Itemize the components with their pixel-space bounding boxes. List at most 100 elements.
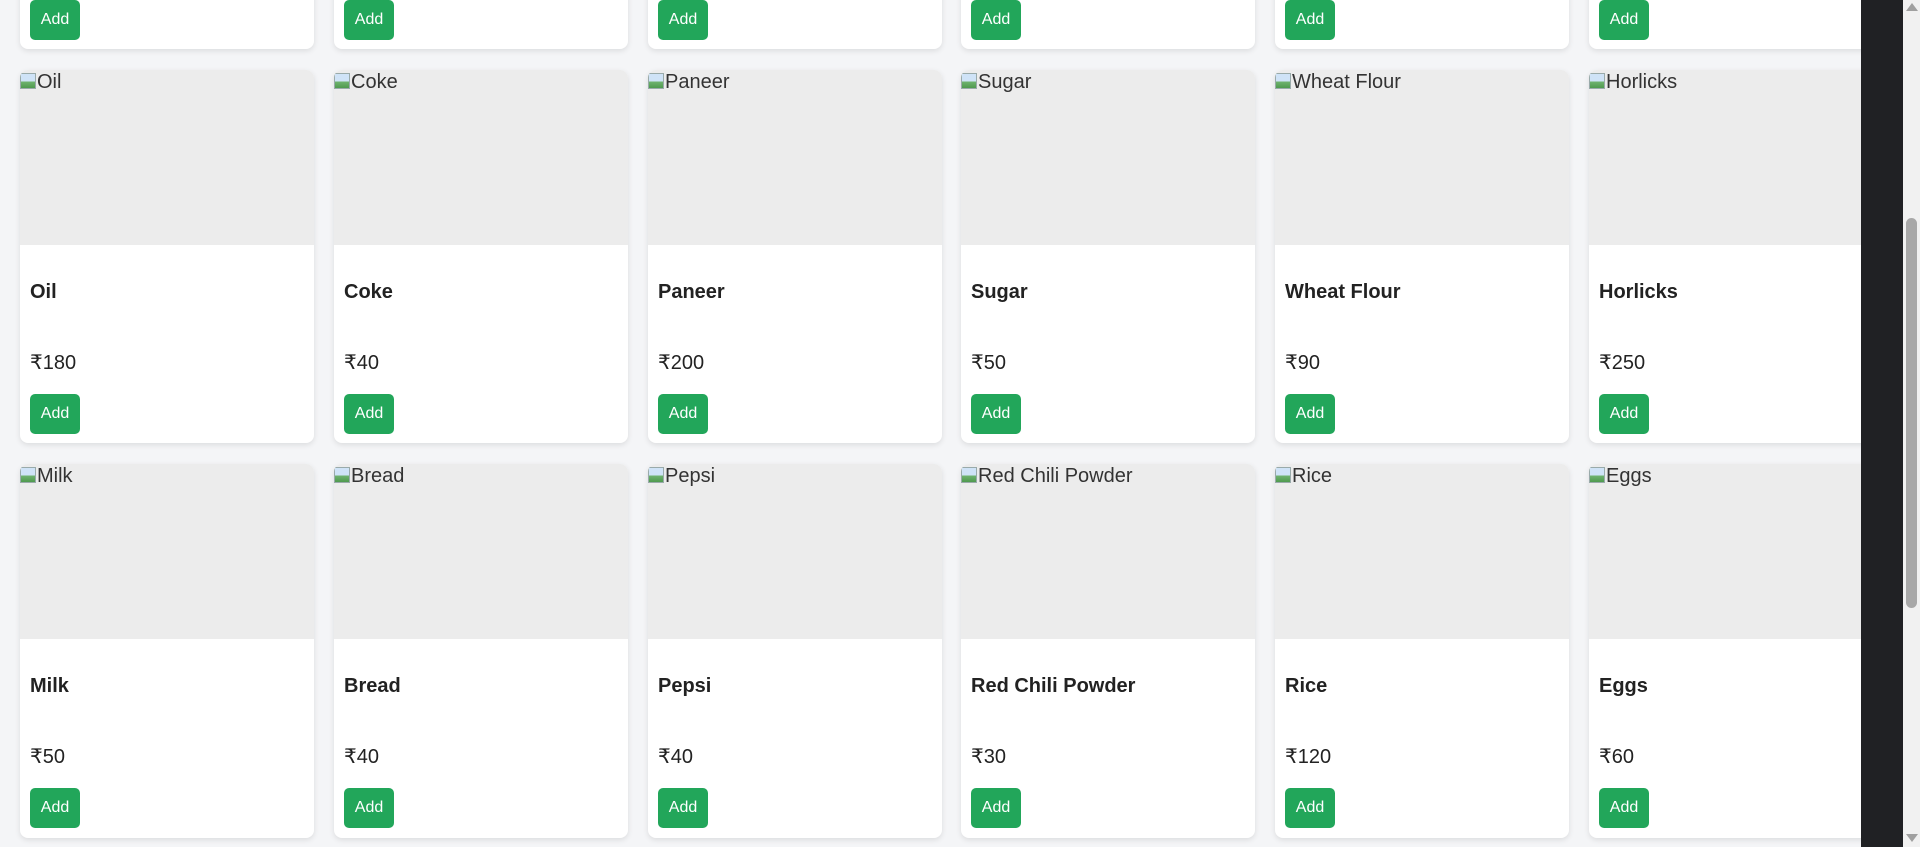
product-card: Add <box>20 0 314 49</box>
add-to-cart-button[interactable]: Add <box>344 394 394 434</box>
product-card: Add <box>1275 0 1569 49</box>
broken-image-icon <box>20 73 36 89</box>
product-price: ₹90 <box>1285 352 1320 374</box>
product-image: Rice <box>1275 464 1569 639</box>
product-card-red-chili-powder: Red Chili Powder Red Chili Powder ₹30 Ad… <box>961 464 1255 838</box>
product-card: Add <box>1589 0 1861 49</box>
product-price: ₹40 <box>344 352 379 374</box>
scrollbar-thumb[interactable] <box>1906 218 1917 608</box>
broken-image-icon <box>648 73 664 89</box>
product-price: ₹60 <box>1599 746 1634 768</box>
image-alt-text: Coke <box>351 71 398 93</box>
product-price: ₹250 <box>1599 352 1646 374</box>
product-image: Oil <box>20 70 314 245</box>
product-image: Paneer <box>648 70 942 245</box>
broken-image-icon <box>334 467 350 483</box>
product-name: Wheat Flour <box>1285 281 1401 303</box>
product-card-bread: Bread Bread ₹40 Add <box>334 464 628 838</box>
add-to-cart-button[interactable]: Add <box>1285 394 1335 434</box>
scroll-down-arrow-icon[interactable] <box>1906 834 1918 842</box>
add-to-cart-button[interactable]: Add <box>971 394 1021 434</box>
broken-image-icon <box>648 467 664 483</box>
product-card-pepsi: Pepsi Pepsi ₹40 Add <box>648 464 942 838</box>
add-to-cart-button[interactable]: Add <box>1599 0 1649 40</box>
image-alt-text: Wheat Flour <box>1292 71 1401 93</box>
add-to-cart-button[interactable]: Add <box>971 0 1021 40</box>
product-name: Pepsi <box>658 675 712 697</box>
add-to-cart-button[interactable]: Add <box>30 0 80 40</box>
product-name: Bread <box>344 675 401 697</box>
product-card-coke: Coke Coke ₹40 Add <box>334 70 628 443</box>
add-to-cart-button[interactable]: Add <box>658 394 708 434</box>
product-price: ₹200 <box>658 352 705 374</box>
add-to-cart-button[interactable]: Add <box>1285 0 1335 40</box>
image-alt-text: Eggs <box>1606 465 1652 487</box>
add-to-cart-button[interactable]: Add <box>1599 788 1649 828</box>
product-image: Sugar <box>961 70 1255 245</box>
product-price: ₹40 <box>344 746 379 768</box>
broken-image-icon <box>1589 73 1605 89</box>
product-card-rice: Rice Rice ₹120 Add <box>1275 464 1569 838</box>
image-alt-text: Pepsi <box>665 465 716 487</box>
product-image: Coke <box>334 70 628 245</box>
product-price: ₹120 <box>1285 746 1332 768</box>
image-alt-text: Bread <box>351 465 405 487</box>
add-to-cart-button[interactable]: Add <box>1599 394 1649 434</box>
add-to-cart-button[interactable]: Add <box>658 788 708 828</box>
product-name: Red Chili Powder <box>971 675 1136 697</box>
product-card-horlicks: Horlicks Horlicks ₹250 Add <box>1589 70 1861 443</box>
product-name: Paneer <box>658 281 725 303</box>
product-card: Add <box>648 0 942 49</box>
product-image: Bread <box>334 464 628 639</box>
product-price: ₹40 <box>658 746 693 768</box>
add-to-cart-button[interactable]: Add <box>1285 788 1335 828</box>
product-image: Pepsi <box>648 464 942 639</box>
product-price: ₹180 <box>30 352 77 374</box>
product-card-eggs: Eggs Eggs ₹60 Add <box>1589 464 1861 838</box>
product-card: Add <box>334 0 628 49</box>
product-name: Horlicks <box>1599 281 1678 303</box>
product-image: Horlicks <box>1589 70 1861 245</box>
broken-image-icon <box>20 467 36 483</box>
product-image: Milk <box>20 464 314 639</box>
broken-image-icon <box>961 467 977 483</box>
product-name: Sugar <box>971 281 1028 303</box>
product-grid: Add Add Add Add Add Add Oil Oil ₹180 Add… <box>0 0 1861 847</box>
product-card-wheat-flour: Wheat Flour Wheat Flour ₹90 Add <box>1275 70 1569 443</box>
product-price: ₹50 <box>30 746 65 768</box>
image-alt-text: Horlicks <box>1606 71 1678 93</box>
add-to-cart-button[interactable]: Add <box>344 788 394 828</box>
product-name: Coke <box>344 281 393 303</box>
image-alt-text: Paneer <box>665 71 730 93</box>
product-price: ₹50 <box>971 352 1006 374</box>
image-alt-text: Rice <box>1292 465 1333 487</box>
add-to-cart-button[interactable]: Add <box>30 788 80 828</box>
add-to-cart-button[interactable]: Add <box>30 394 80 434</box>
product-name: Eggs <box>1599 675 1648 697</box>
product-card-oil: Oil Oil ₹180 Add <box>20 70 314 443</box>
broken-image-icon <box>1275 73 1291 89</box>
image-alt-text: Red Chili Powder <box>978 465 1133 487</box>
product-image: Eggs <box>1589 464 1861 639</box>
scroll-up-arrow-icon[interactable] <box>1906 3 1918 11</box>
product-name: Rice <box>1285 675 1328 697</box>
add-to-cart-button[interactable]: Add <box>971 788 1021 828</box>
product-name: Milk <box>30 675 69 697</box>
product-card: Add <box>961 0 1255 49</box>
product-price: ₹30 <box>971 746 1006 768</box>
add-to-cart-button[interactable]: Add <box>344 0 394 40</box>
product-card-sugar: Sugar Sugar ₹50 Add <box>961 70 1255 443</box>
product-image: Wheat Flour <box>1275 70 1569 245</box>
broken-image-icon <box>1275 467 1291 483</box>
image-alt-text: Sugar <box>978 71 1032 93</box>
product-card-paneer: Paneer Paneer ₹200 Add <box>648 70 942 443</box>
image-alt-text: Milk <box>37 465 73 487</box>
add-to-cart-button[interactable]: Add <box>658 0 708 40</box>
broken-image-icon <box>1589 467 1605 483</box>
image-alt-text: Oil <box>37 71 62 93</box>
broken-image-icon <box>334 73 350 89</box>
broken-image-icon <box>961 73 977 89</box>
product-image: Red Chili Powder <box>961 464 1255 639</box>
product-card-milk: Milk Milk ₹50 Add <box>20 464 314 838</box>
product-name: Oil <box>30 281 57 303</box>
